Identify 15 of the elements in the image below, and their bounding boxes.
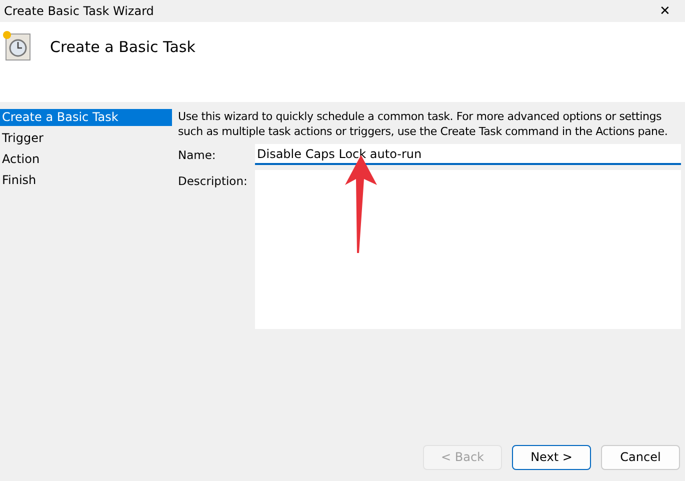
name-field[interactable]: Disable Caps Lock auto-run bbox=[255, 144, 681, 165]
intro-text: Use this wizard to quickly schedule a common task. For more advanced options or settings such as multiple task actions or triggers, use the Create Task command in the Actions pane. bbox=[178, 109, 669, 139]
description-label: Description: bbox=[178, 173, 248, 188]
wizard-step: Create a Basic Task bbox=[0, 109, 172, 126]
wizard-step: Trigger bbox=[0, 130, 172, 151]
wizard-step: Action bbox=[0, 151, 172, 172]
cancel-button[interactable]: Cancel bbox=[601, 444, 680, 470]
next-button[interactable]: Next > bbox=[512, 444, 591, 470]
description-field[interactable] bbox=[255, 170, 681, 329]
clock-icon bbox=[2, 30, 32, 62]
close-button[interactable]: ✕ bbox=[645, 0, 685, 22]
window-title: Create Basic Task Wizard bbox=[4, 4, 154, 18]
wizard-heading: Create a Basic Task bbox=[50, 38, 196, 56]
name-label: Name: bbox=[178, 148, 217, 162]
wizard-step: Finish bbox=[0, 172, 172, 193]
